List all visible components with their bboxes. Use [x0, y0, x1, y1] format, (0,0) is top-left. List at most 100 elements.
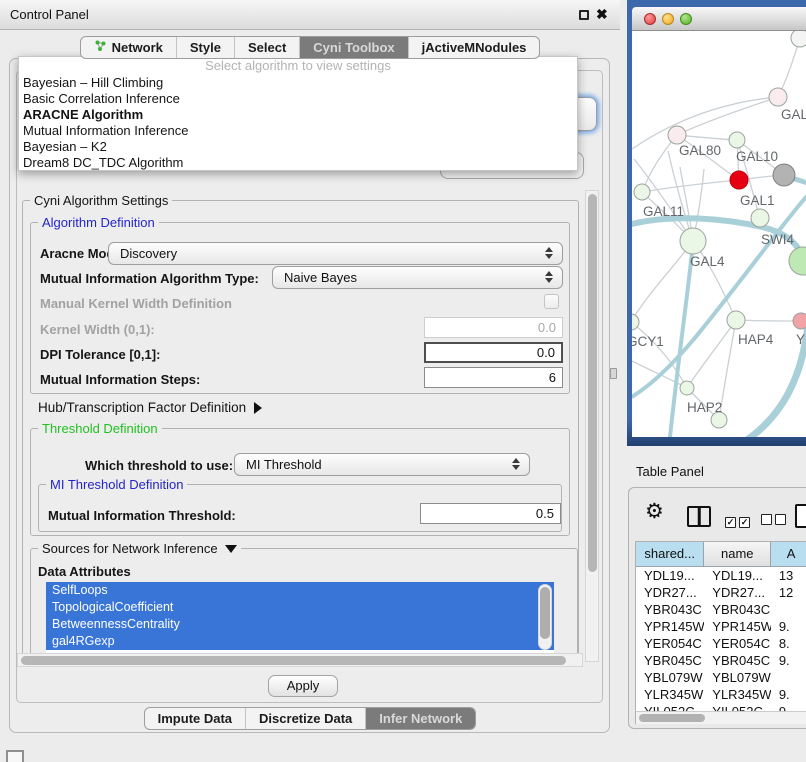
- collapse-down-icon[interactable]: [225, 545, 237, 553]
- dropdown-item[interactable]: Bayesian – Hill Climbing: [19, 75, 577, 91]
- network-canvas[interactable]: GALGAL80GAL10GAL1GAL11SWI4GAL4GCY1HAP4YH…: [632, 31, 806, 437]
- network-icon: [94, 37, 107, 58]
- tab-infer-network[interactable]: Infer Network: [365, 708, 475, 729]
- table-row[interactable]: YLR345WYLR345W9.: [636, 686, 806, 703]
- combobox-stepper-icon: [545, 247, 553, 259]
- network-node[interactable]: [668, 126, 686, 144]
- tab-label: Infer Network: [379, 708, 462, 729]
- table-row[interactable]: YER054CYER054C8.: [636, 635, 806, 652]
- tab-jactivemnodules[interactable]: jActiveMNodules: [408, 37, 540, 58]
- dropdown-prompt: Select algorithm to view settings: [19, 57, 577, 75]
- deselect-all-icon[interactable]: [761, 512, 789, 530]
- control-panel-tabbar: NetworkStyleSelectCyni ToolboxjActiveMNo…: [0, 36, 620, 59]
- which-threshold-label: Which threshold to use:: [85, 458, 233, 473]
- network-window-titlebar[interactable]: [632, 7, 806, 31]
- dropdown-item[interactable]: Dream8 DC_TDC Algorithm: [19, 155, 577, 171]
- document-icon[interactable]: [795, 504, 806, 528]
- network-node[interactable]: [634, 184, 650, 200]
- table-row[interactable]: YBR043CYBR043C: [636, 601, 806, 618]
- table-horizontal-scrollbar-thumb[interactable]: [639, 714, 705, 722]
- network-node-label: GAL10: [736, 149, 778, 164]
- float-window-icon[interactable]: [579, 10, 589, 20]
- table-cell: [771, 669, 806, 686]
- select-all-icon[interactable]: ✓✓: [725, 512, 753, 530]
- network-node-label: GAL80: [679, 143, 721, 158]
- attribute-item[interactable]: TopologicalCoefficient: [46, 599, 554, 616]
- collapsed-panel-icon[interactable]: [6, 750, 24, 762]
- tab-impute-data[interactable]: Impute Data: [145, 708, 245, 729]
- network-node[interactable]: [727, 311, 745, 329]
- table-row[interactable]: YBL079WYBL079W: [636, 669, 806, 686]
- attribute-item[interactable]: gal4RGexp: [46, 633, 554, 650]
- dropdown-item[interactable]: Basic Correlation Inference: [19, 91, 577, 107]
- network-node[interactable]: [769, 88, 787, 106]
- tab-discretize-data[interactable]: Discretize Data: [245, 708, 365, 729]
- sources-title: Sources for Network Inference: [38, 541, 241, 556]
- table-row[interactable]: YDL19...YDL19...13: [636, 567, 806, 584]
- attribute-item[interactable]: BetweennessCentrality: [46, 616, 554, 633]
- network-node[interactable]: [791, 31, 806, 47]
- network-node[interactable]: [773, 164, 795, 186]
- column-header[interactable]: name: [704, 542, 771, 567]
- table-cell: YBL079W: [704, 669, 771, 686]
- hub-transcription-factor-section[interactable]: Hub/Transcription Factor Definition: [38, 400, 262, 415]
- network-edge: [642, 180, 739, 192]
- dropdown-item[interactable]: ARACNE Algorithm: [19, 107, 577, 123]
- table-cell: YIL052C: [636, 703, 704, 711]
- table-cell: YDR27...: [704, 584, 771, 601]
- zoom-window-icon[interactable]: [680, 13, 692, 25]
- panel-resize-grip[interactable]: [610, 368, 617, 379]
- dpi-tolerance-field[interactable]: 0.0: [424, 342, 563, 363]
- combobox-stepper-icon: [512, 458, 520, 470]
- network-node-label: GAL: [781, 107, 806, 122]
- table-row[interactable]: YDR27...YDR27...12: [636, 584, 806, 601]
- network-node[interactable]: [751, 209, 769, 227]
- mi-steps-field[interactable]: 6: [424, 367, 563, 388]
- settings-vertical-scrollbar-thumb[interactable]: [588, 194, 597, 572]
- dropdown-item[interactable]: Bayesian – K2: [19, 139, 577, 155]
- tab-cyni-toolbox[interactable]: Cyni Toolbox: [299, 37, 407, 58]
- node-table: shared...nameA YDL19...YDL19...13YDR27..…: [635, 541, 806, 711]
- attribute-list-scrollbar[interactable]: [538, 584, 552, 650]
- table-cell: [771, 601, 806, 618]
- aracne-mode-combobox[interactable]: Discovery: [108, 242, 563, 265]
- network-node[interactable]: [729, 132, 745, 148]
- network-node-label: HAP2: [687, 400, 722, 415]
- close-window-icon[interactable]: [644, 13, 656, 25]
- tab-network[interactable]: Network: [81, 37, 176, 58]
- table-horizontal-scrollbar[interactable]: [635, 711, 806, 724]
- column-header[interactable]: shared...: [636, 542, 704, 567]
- table-row[interactable]: YBR045CYBR045C9.: [636, 652, 806, 669]
- network-node-label: GAL1: [740, 193, 775, 208]
- minimize-window-icon[interactable]: [662, 13, 674, 25]
- bottom-tabset: Impute DataDiscretize Data Infer Network: [144, 707, 477, 730]
- close-icon[interactable]: ✖: [596, 6, 608, 23]
- settings-horizontal-scrollbar[interactable]: [17, 653, 583, 667]
- table-row[interactable]: YIL052CYIL052C9.: [636, 703, 806, 711]
- table-cell: YBR043C: [704, 601, 771, 618]
- attribute-list-scrollbar-thumb[interactable]: [540, 587, 550, 639]
- tab-select[interactable]: Select: [234, 37, 299, 58]
- dropdown-item[interactable]: Mutual Information Inference: [19, 123, 577, 139]
- network-node[interactable]: [680, 381, 694, 395]
- apply-button[interactable]: Apply: [268, 675, 338, 697]
- kernel-width-label: Kernel Width (0,1):: [40, 322, 155, 337]
- split-panel-icon[interactable]: [687, 506, 711, 527]
- tab-style[interactable]: Style: [176, 37, 234, 58]
- network-node[interactable]: [789, 247, 806, 275]
- table-row[interactable]: YPR145WYPR145W9.: [636, 618, 806, 635]
- data-attributes-label: Data Attributes: [38, 564, 131, 579]
- network-node[interactable]: [680, 228, 706, 254]
- attribute-item[interactable]: SelfLoops: [46, 582, 554, 599]
- bottom-tabbar: Impute DataDiscretize Data Infer Network: [0, 707, 620, 730]
- expand-right-icon[interactable]: [254, 402, 262, 414]
- column-header[interactable]: A: [771, 542, 806, 567]
- network-node[interactable]: [793, 313, 806, 329]
- mi-algorithm-type-combobox[interactable]: Naive Bayes: [272, 266, 563, 289]
- mi-threshold-field[interactable]: 0.5: [420, 503, 561, 524]
- settings-vertical-scrollbar[interactable]: [585, 190, 599, 662]
- settings-horizontal-scrollbar-thumb[interactable]: [21, 656, 566, 665]
- network-node[interactable]: [730, 171, 748, 189]
- which-threshold-combobox[interactable]: MI Threshold: [234, 453, 530, 476]
- gear-icon[interactable]: ⚙: [645, 499, 664, 524]
